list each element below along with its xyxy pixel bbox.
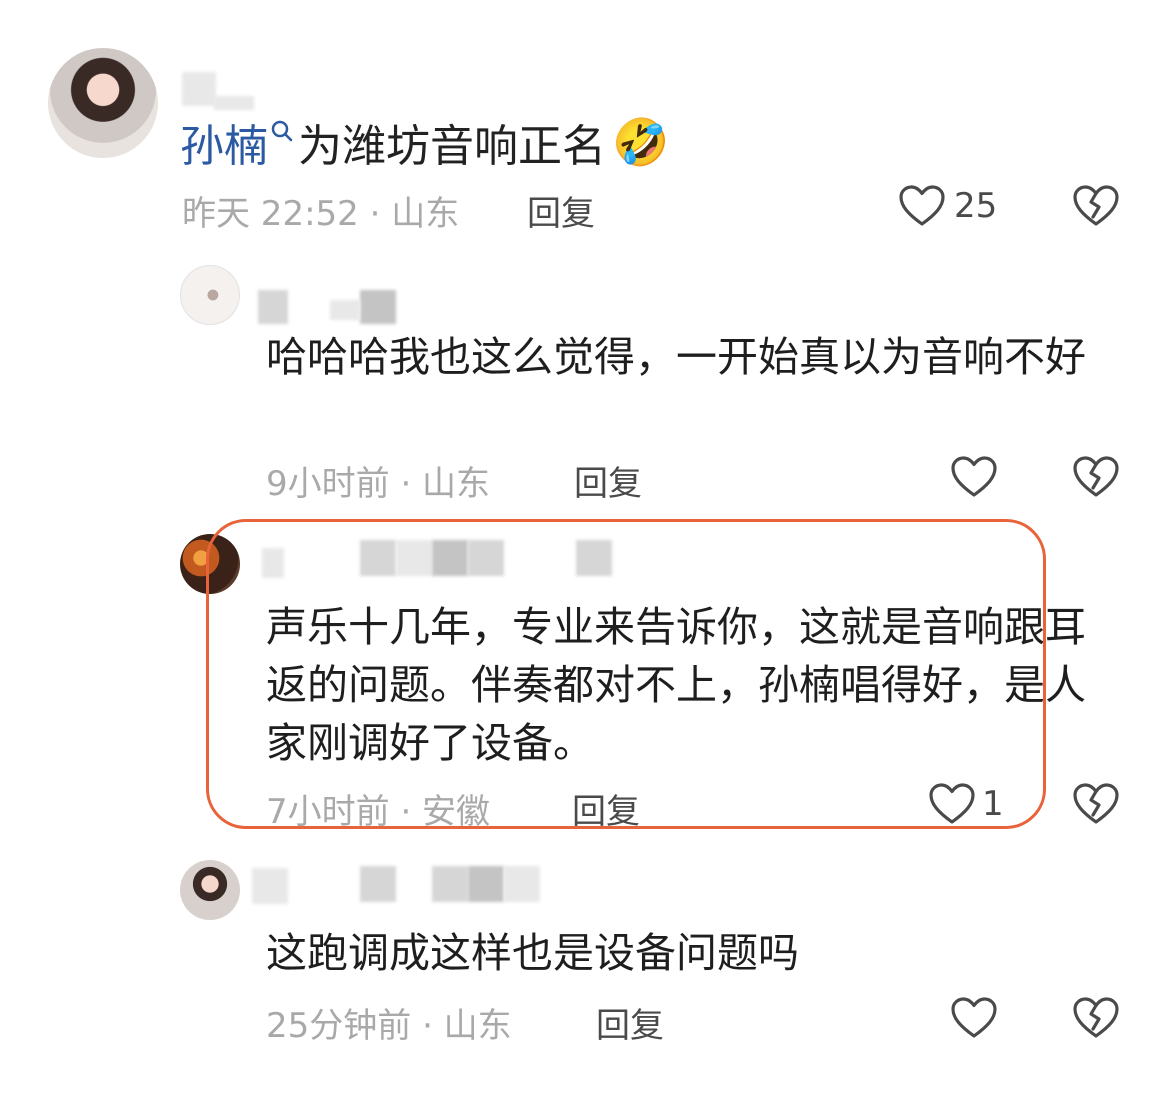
- username-redacted: [468, 866, 504, 902]
- username-redacted: [504, 866, 540, 902]
- username-redacted: [214, 96, 254, 110]
- heart-outline-icon: [899, 185, 945, 226]
- username-redacted: [360, 290, 396, 324]
- broken-heart-icon[interactable]: [1072, 455, 1120, 499]
- avatar[interactable]: [180, 860, 240, 920]
- username-redacted: [182, 72, 216, 106]
- username-redacted: [360, 866, 396, 902]
- reply-button[interactable]: 回复: [596, 998, 664, 1047]
- heart-outline-icon[interactable]: [950, 996, 998, 1040]
- broken-heart-icon[interactable]: [1072, 184, 1120, 228]
- reply-meta: 9小时前 · 山东: [266, 464, 491, 504]
- search-icon: [271, 120, 293, 142]
- avatar[interactable]: [180, 265, 240, 325]
- like-count: 25: [954, 186, 998, 226]
- reply-body: 哈哈哈我也这么觉得，一开始真以为音响不好: [266, 333, 1086, 381]
- username-redacted: [258, 290, 288, 324]
- highlight-annotation: [206, 519, 1046, 829]
- comment-body: 为潍坊音响正名: [298, 121, 606, 172]
- username-redacted: [252, 868, 288, 904]
- reply-button[interactable]: 回复: [574, 456, 642, 505]
- username-redacted: [330, 300, 360, 320]
- reply-meta: 25分钟前 · 山东: [266, 1006, 512, 1046]
- broken-heart-icon[interactable]: [1072, 782, 1120, 826]
- comment-text: 孙楠 为潍坊音响正名 🤣: [180, 110, 670, 174]
- avatar[interactable]: [48, 48, 158, 158]
- reply-button[interactable]: 回复: [527, 186, 595, 235]
- reply-body: 这跑调成这样也是设备问题吗: [266, 929, 799, 977]
- broken-heart-icon[interactable]: [1072, 996, 1120, 1040]
- heart-outline-icon[interactable]: [950, 455, 998, 499]
- like-button[interactable]: 25: [898, 184, 997, 228]
- laughing-emoji-icon: 🤣: [612, 114, 670, 169]
- username-redacted: [432, 866, 468, 902]
- comment-meta: 昨天 22:52 · 山东: [182, 194, 460, 234]
- mention-link[interactable]: 孙楠: [180, 110, 268, 174]
